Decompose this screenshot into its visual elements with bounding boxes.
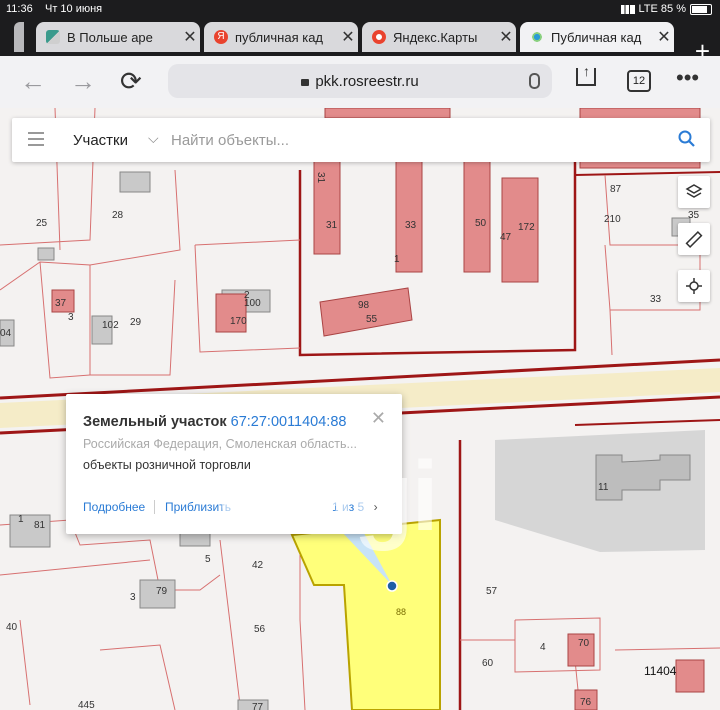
popup-title: Земельный участок 67:27:0011404:88 [83,414,346,430]
ruler-icon [685,231,703,248]
parcel-label: 170 [230,316,247,327]
tab-yandex-maps[interactable]: Яндекс.Карты ✕ [362,22,516,52]
locate-button[interactable] [678,270,710,302]
parcel-label: 47 [500,232,512,243]
layers-button[interactable] [678,176,710,208]
parcel-label: 3 [130,592,136,603]
parcel-label: 25 [36,218,48,229]
search-category[interactable]: Участки [73,132,128,149]
parcel-label: 4 [540,642,546,653]
close-icon[interactable]: ✕ [371,408,386,429]
share-arrow-icon: ↑ [583,63,590,79]
parcel-label: 79 [156,586,168,597]
battery-icon [690,3,712,15]
parcel-label: 70 [578,638,590,649]
rosreestr-icon [530,30,544,44]
status-bar: 11:36 Чт 10 июня LTE 85 % [0,0,720,18]
parcel-label: 210 [604,214,621,225]
parcel-label: 56 [254,624,266,635]
parcel-label: 3 [68,312,74,323]
network-status: LTE 85 % [638,3,687,15]
cadastral-number-link[interactable]: 67:27:0011404:88 [231,414,347,430]
parcel-label: 60 [482,658,494,669]
browser-toolbar: ← → ⟳ pkk.rosreestr.ru ↑ 12 ••• [0,56,720,109]
layers-icon [685,184,703,198]
address-bar[interactable]: pkk.rosreestr.ru [168,64,552,98]
parcel-label: 50 [475,218,487,229]
microphone-icon[interactable] [529,73,540,89]
tab-label: В Польше аре [67,29,153,45]
status-time: 11:36 [6,3,33,15]
parcel-label: 11 [598,482,609,493]
lock-icon [301,78,310,86]
more-details-link[interactable]: Подробнее [83,500,145,514]
parcel-label: 76 [580,697,592,708]
tab-label: Яндекс.Карты [393,29,478,45]
parcel-label: 37 [55,298,67,309]
search-input[interactable]: Найти объекты... [171,132,289,149]
parcel-label: 33 [650,294,662,305]
parcel-label: 88 [396,607,406,617]
status-date: Чт 10 июня [45,3,103,15]
close-icon[interactable]: ✕ [338,27,358,47]
parcel-label: 1 [394,254,400,265]
object-type: Земельный участок [83,414,227,430]
parcel-label: 57 [486,586,498,597]
ruler-button[interactable] [678,223,710,255]
tab-count-button[interactable]: 12 [627,70,651,92]
parcel-label: 55 [366,314,378,325]
yandex-icon: Я [214,30,228,44]
parcel-label: 445 [78,700,95,710]
map-search-bar: Участки ⌵ Найти объекты... [12,118,710,162]
parcel-label: 5 [205,554,211,565]
crosshair-icon [686,278,702,294]
tab-label: публичная кад [235,29,324,45]
search-icon[interactable] [678,130,696,153]
status-right: LTE 85 % [620,3,712,15]
chevron-down-icon[interactable]: ⌵ [148,130,159,147]
url-text: pkk.rosreestr.ru [315,72,419,90]
parcel-label: 2 [244,290,250,301]
close-icon[interactable]: ✕ [496,27,516,47]
parcel-label: 33 [405,220,417,231]
parcel-label: 04 [0,328,12,339]
parcel-label: 28 [112,210,124,221]
location-marker [386,580,398,592]
quarter-label: 11404 [644,664,677,678]
parcel-label: 40 [6,622,18,633]
tab-label: Публичная кад [551,29,642,45]
tab-yandex-search[interactable]: Я публичная кад ✕ [204,22,358,52]
close-icon[interactable]: ✕ [180,27,200,47]
map-pin-icon [372,30,386,44]
watermark: etagi [218,441,439,551]
parcel-label: 172 [518,222,535,233]
tab-rosreestr[interactable]: Публичная кад ✕ [520,22,674,52]
parcel-label: 35 [688,210,700,221]
close-icon[interactable]: ✕ [654,27,674,47]
tab-poland[interactable]: В Польше аре ✕ [36,22,200,52]
news-icon [46,30,60,44]
parcel-label: 87 [610,184,622,195]
tab-bar: В Польше аре ✕ Я публичная кад ✕ Яндекс.… [0,18,720,64]
parcel-label: 102 [102,320,119,331]
back-icon[interactable]: ← [20,66,46,96]
parcel-label: 31 [326,220,338,231]
parcel-label: 31 [315,172,326,184]
parcel-label: 42 [252,560,264,571]
more-icon[interactable]: ••• [676,67,699,89]
signal-icon [620,4,635,14]
stacked-tabs[interactable] [14,22,24,52]
parcel-label: 29 [130,317,142,328]
parcel-label: 81 [34,520,46,531]
parcel-label: 98 [358,300,370,311]
reload-icon[interactable]: ⟳ [120,66,142,96]
menu-icon[interactable] [28,132,44,150]
link-divider [154,500,155,514]
forward-icon[interactable]: → [70,66,96,96]
parcel-label: 1 [18,514,24,525]
parcel-label: 77 [252,702,264,710]
